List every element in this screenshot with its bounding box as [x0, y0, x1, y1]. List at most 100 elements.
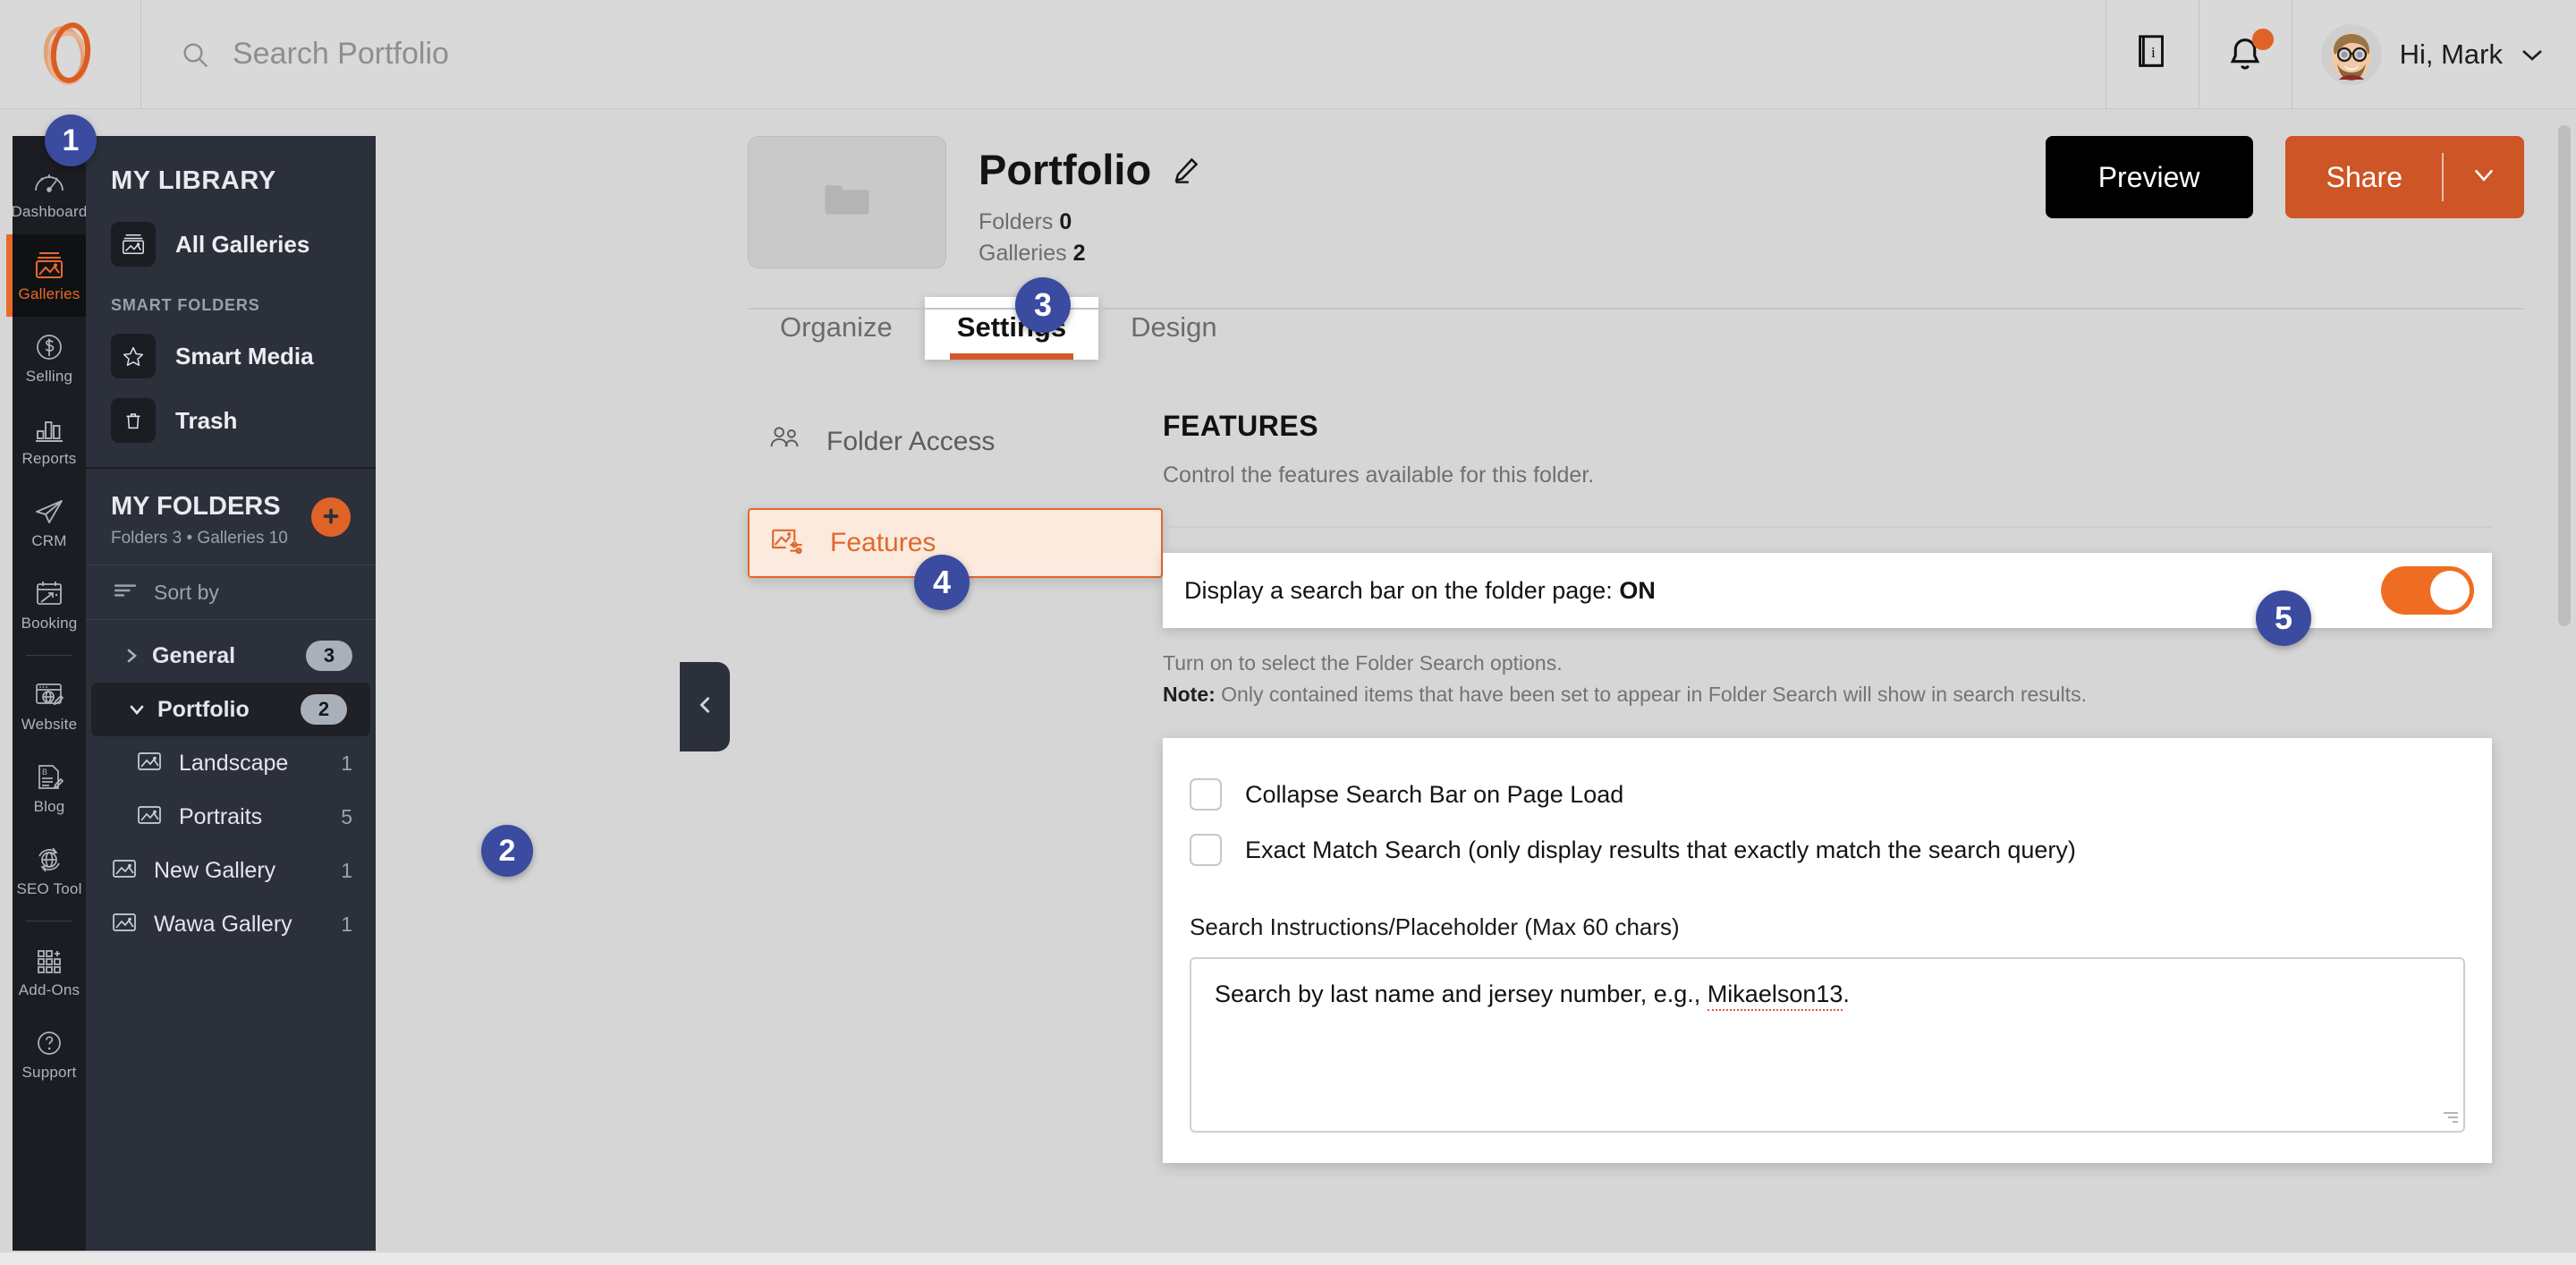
sidebar-item-label: Galleries — [18, 284, 80, 302]
placeholder-field-label: Search Instructions/Placeholder (Max 60 … — [1190, 913, 1680, 940]
library-item-label: Smart Media — [175, 342, 314, 369]
chevron-down-icon[interactable] — [116, 700, 157, 718]
share-button-group[interactable]: Share — [2284, 136, 2524, 218]
chevron-right-icon[interactable] — [111, 647, 152, 665]
plus-icon — [319, 505, 343, 531]
sidebar-item-label: Selling — [25, 367, 73, 385]
settings-nav-folder-access[interactable]: Folder Access — [748, 410, 1163, 474]
tabs-underline — [748, 308, 2524, 310]
sidebar-item-website[interactable]: Website — [13, 665, 86, 747]
library-item-label: Trash — [175, 406, 238, 434]
page-title: Portfolio — [979, 146, 1152, 193]
page-scrollbar[interactable] — [2558, 125, 2571, 1244]
search-input[interactable] — [233, 37, 1038, 72]
bar-chart-icon — [31, 413, 67, 446]
guide-button[interactable]: i — [2105, 0, 2199, 109]
search-placeholder-textarea[interactable]: Search by last name and jersey number, e… — [1190, 957, 2465, 1133]
option-exact-match-search[interactable]: Exact Match Search (only display results… — [1190, 822, 2465, 878]
sort-lines-icon — [113, 581, 138, 605]
tree-item-wawa-gallery[interactable]: Wawa Gallery 1 — [86, 897, 376, 951]
sort-by-button[interactable]: Sort by — [86, 565, 376, 620]
tree-item-label: New Gallery — [154, 857, 276, 883]
tab-organize[interactable]: Organize — [748, 297, 925, 360]
sidebar-item-add-ons[interactable]: Add-Ons — [13, 930, 86, 1013]
blog-pencil-icon: B — [31, 761, 67, 794]
add-folder-button[interactable] — [311, 497, 351, 537]
share-button[interactable]: Share — [2285, 161, 2442, 194]
share-dropdown-button[interactable] — [2444, 167, 2524, 187]
folders-count-value: 0 — [1059, 209, 1072, 234]
chevron-down-icon — [2521, 47, 2544, 62]
sidebar-item-label: Dashboard — [11, 202, 88, 220]
preview-button[interactable]: Preview — [2045, 136, 2253, 218]
tree-item-portfolio[interactable]: Portfolio 2 — [91, 683, 370, 736]
svg-text:i: i — [2151, 44, 2156, 61]
notification-dot — [2252, 28, 2275, 50]
sidebar-item-galleries[interactable]: Galleries — [13, 234, 86, 317]
library-item-smart-media[interactable]: Smart Media — [86, 324, 376, 388]
global-search[interactable] — [141, 0, 2106, 109]
sidebar-item-label: Booking — [21, 614, 78, 632]
tree-item-label: Portraits — [179, 803, 263, 829]
option-label: Exact Match Search (only display results… — [1245, 836, 2076, 863]
gallery-image-icon — [111, 857, 141, 884]
search-bar-toggle-switch[interactable] — [2381, 566, 2474, 615]
gallery-image-icon — [111, 222, 156, 267]
option-label: Collapse Search Bar on Page Load — [1245, 780, 1624, 808]
sidebar-item-label: Blog — [33, 797, 65, 815]
option-collapse-search-bar[interactable]: Collapse Search Bar on Page Load — [1190, 767, 2465, 822]
callout-badge-2: 2 — [481, 825, 533, 877]
tree-item-new-gallery[interactable]: New Gallery 1 — [86, 844, 376, 897]
app-logo[interactable] — [0, 0, 141, 109]
placeholder-value-after: . — [1843, 981, 1850, 1007]
exact-match-search-checkbox[interactable] — [1190, 834, 1222, 866]
tab-design[interactable]: Design — [1098, 297, 1250, 360]
gallery-image-icon — [136, 803, 166, 830]
tree-item-landscape[interactable]: Landscape 1 — [86, 736, 376, 790]
tree-item-portraits[interactable]: Portraits 5 — [86, 790, 376, 844]
collapse-search-bar-checkbox[interactable] — [1190, 778, 1222, 811]
tree-item-general[interactable]: General 3 — [86, 629, 376, 683]
sidebar-item-blog[interactable]: B Blog — [13, 747, 86, 829]
sidebar-item-label: SEO Tool — [16, 879, 82, 897]
sidebar-item-label: Reports — [21, 449, 77, 467]
folder-counts: Folders 0 Galleries 2 — [979, 207, 1201, 268]
search-bar-help: Turn on to select the Folder Search opti… — [1163, 648, 2492, 709]
search-bar-help-line: Turn on to select the Folder Search opti… — [1163, 651, 1563, 675]
resize-grip-icon[interactable] — [2442, 1109, 2458, 1125]
tree-item-count: 1 — [341, 912, 352, 936]
my-folders-header: MY FOLDERS Folders 3 • Galleries 10 — [86, 469, 376, 565]
library-item-trash[interactable]: Trash — [86, 388, 376, 453]
user-menu[interactable]: Hi, Mark — [2291, 0, 2576, 109]
scrollbar-thumb[interactable] — [2558, 125, 2571, 626]
image-sliders-icon — [769, 523, 807, 563]
search-bar-toggle-label: Display a search bar on the folder page:… — [1184, 577, 1656, 605]
library-item-all-galleries[interactable]: All Galleries — [86, 212, 376, 276]
seo-globe-refresh-icon — [31, 844, 67, 876]
sidebar-item-selling[interactable]: Selling — [13, 317, 86, 399]
sidebar-item-label: Website — [21, 715, 78, 733]
features-title: FEATURES — [1163, 410, 1319, 442]
tab-settings[interactable]: Settings — [924, 297, 1099, 360]
top-bar: i Hi, Mark — [0, 0, 2576, 109]
callout-badge-5: 5 — [2256, 590, 2311, 646]
settings-nav: Folder Access Features — [716, 410, 1163, 1163]
sidebar-item-crm[interactable]: CRM — [13, 481, 86, 564]
sidebar-item-booking[interactable]: Booking — [13, 564, 86, 646]
edit-folder-name-button[interactable] — [1171, 155, 1201, 185]
tree-item-label: Wawa Gallery — [154, 911, 292, 937]
sidebar-item-support[interactable]: Support — [13, 1013, 86, 1095]
library-panel: MY LIBRARY All Galleries SMART FOLDERS S… — [86, 136, 376, 1251]
smart-folders-heading: SMART FOLDERS — [111, 296, 260, 314]
sidebar-item-reports[interactable]: Reports — [13, 399, 86, 481]
sidebar-item-label: CRM — [31, 531, 67, 549]
folder-thumbnail[interactable] — [748, 136, 946, 268]
star-icon — [111, 334, 156, 378]
folder-meta: Portfolio Folders 0 Galleries 2 — [946, 136, 1201, 268]
galleries-count-label: Galleries — [979, 240, 1067, 266]
note-label: Note: — [1163, 682, 1216, 706]
notifications-button[interactable] — [2198, 0, 2292, 109]
search-bar-toggle-text: Display a search bar on the folder page: — [1184, 576, 1613, 604]
toggle-knob — [2430, 571, 2470, 610]
sidebar-item-seo-tool[interactable]: SEO Tool — [13, 829, 86, 912]
